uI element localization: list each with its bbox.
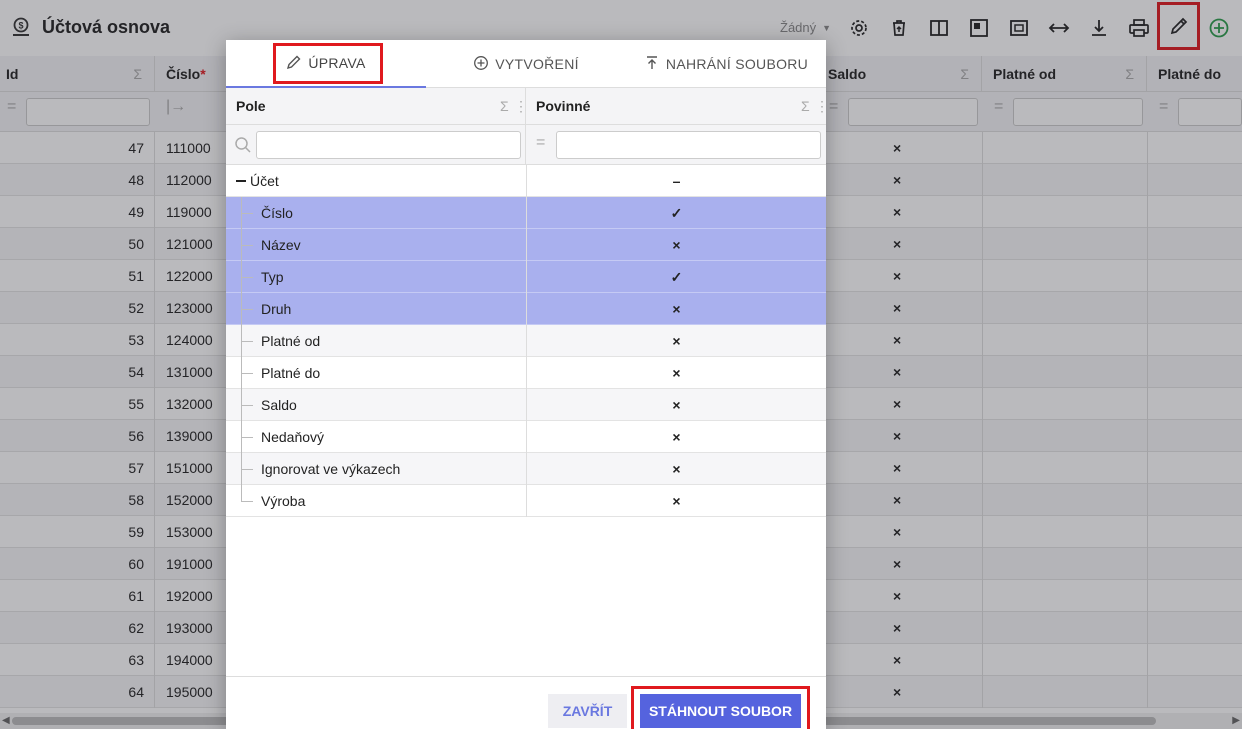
required-mark: ✓ — [526, 197, 826, 229]
plus-circle-icon — [473, 55, 489, 74]
app-root: $ Účtová osnova Žádný ▼ Id Σ Číslo* Sald… — [0, 0, 1242, 729]
dialog-footer: ZAVŘÍT STÁHNOUT SOUBOR — [226, 676, 826, 729]
tab-uprava[interactable]: ÚPRAVA — [226, 40, 426, 88]
tree-item-label: Saldo — [261, 397, 297, 413]
tree-row[interactable]: Ignorovat ve výkazech × — [226, 453, 826, 485]
tree-guide — [241, 405, 253, 406]
required-mark: – — [526, 165, 826, 197]
tree-guide — [241, 437, 253, 438]
tree-guide — [241, 373, 253, 374]
tree-item-label: Nedaňový — [261, 429, 325, 445]
tree-item-label: Typ — [261, 269, 284, 285]
tree-item-label: Název — [261, 237, 301, 253]
tab-nahrani-souboru[interactable]: NAHRÁNÍ SOUBORU — [626, 40, 826, 88]
tree-guide — [241, 341, 253, 342]
sum-icon[interactable]: Σ — [801, 88, 810, 125]
required-mark: × — [526, 421, 826, 453]
tree-guide — [241, 309, 253, 310]
download-file-button[interactable]: STÁHNOUT SOUBOR — [640, 694, 801, 728]
tree-row[interactable]: Platné od × — [226, 325, 826, 357]
tree-guide — [241, 213, 253, 214]
column-divider — [525, 88, 526, 125]
tab-vytvoreni[interactable]: VYTVOŘENÍ — [426, 40, 626, 88]
tree-guide — [241, 501, 253, 502]
tree-guide — [241, 485, 242, 501]
tree-row[interactable]: Druh × — [226, 293, 826, 325]
collapse-icon[interactable] — [236, 180, 246, 182]
close-button[interactable]: ZAVŘÍT — [548, 694, 627, 728]
tree-row[interactable]: Název × — [226, 229, 826, 261]
required-mark: × — [526, 485, 826, 517]
tree-guide — [241, 245, 253, 246]
tree-item-label: Účet — [250, 173, 279, 189]
fields-filter-row: = — [226, 125, 826, 165]
upload-icon — [644, 55, 660, 74]
required-mark: × — [526, 293, 826, 325]
field-search-input[interactable] — [256, 131, 521, 159]
fields-tree: Účet – Číslo ✓ Název × Typ ✓ Druh × Platné od × Plat… — [226, 165, 826, 517]
tree-row[interactable]: Číslo ✓ — [226, 197, 826, 229]
search-icon — [234, 136, 252, 157]
required-mark: × — [526, 325, 826, 357]
column-menu-icon[interactable]: ⋮ — [815, 88, 829, 125]
tab-label: VYTVOŘENÍ — [495, 56, 579, 72]
tab-label: NAHRÁNÍ SOUBORU — [665, 56, 809, 72]
column-header-povinne[interactable]: Povinné — [526, 88, 590, 125]
sum-icon[interactable]: Σ — [500, 88, 509, 125]
tree-item-label: Číslo — [261, 205, 293, 221]
tree-row[interactable]: Účet – — [226, 165, 826, 197]
tree-row[interactable]: Saldo × — [226, 389, 826, 421]
tree-item-label: Platné do — [261, 365, 321, 381]
required-mark: × — [526, 453, 826, 485]
tree-item-label: Výroba — [261, 493, 306, 509]
tree-item-label: Ignorovat ve výkazech — [261, 461, 401, 477]
equals-icon[interactable]: = — [536, 134, 545, 152]
required-mark: ✓ — [526, 261, 826, 293]
tree-guide — [241, 469, 253, 470]
column-divider — [525, 125, 526, 165]
column-header-pole[interactable]: Pole — [226, 88, 266, 125]
tree-row[interactable]: Nedaňový × — [226, 421, 826, 453]
required-mark: × — [526, 389, 826, 421]
tree-row[interactable]: Platné do × — [226, 357, 826, 389]
tree-row[interactable]: Typ ✓ — [226, 261, 826, 293]
tree-item-label: Platné od — [261, 333, 321, 349]
required-filter-input[interactable] — [556, 131, 821, 159]
export-dialog: ÚPRAVA VYTVOŘENÍ NAHRÁNÍ SOUBORU Pole Σ … — [226, 40, 829, 729]
required-mark: × — [526, 357, 826, 389]
tree-row[interactable]: Výroba × — [226, 485, 826, 517]
highlight-box — [273, 43, 383, 84]
dialog-tabs: ÚPRAVA VYTVOŘENÍ NAHRÁNÍ SOUBORU — [226, 40, 826, 88]
tree-item-label: Druh — [261, 301, 292, 317]
tree-guide — [241, 277, 253, 278]
fields-table-header: Pole Σ ⋮ Povinné Σ ⋮ — [226, 88, 829, 125]
required-mark: × — [526, 229, 826, 261]
